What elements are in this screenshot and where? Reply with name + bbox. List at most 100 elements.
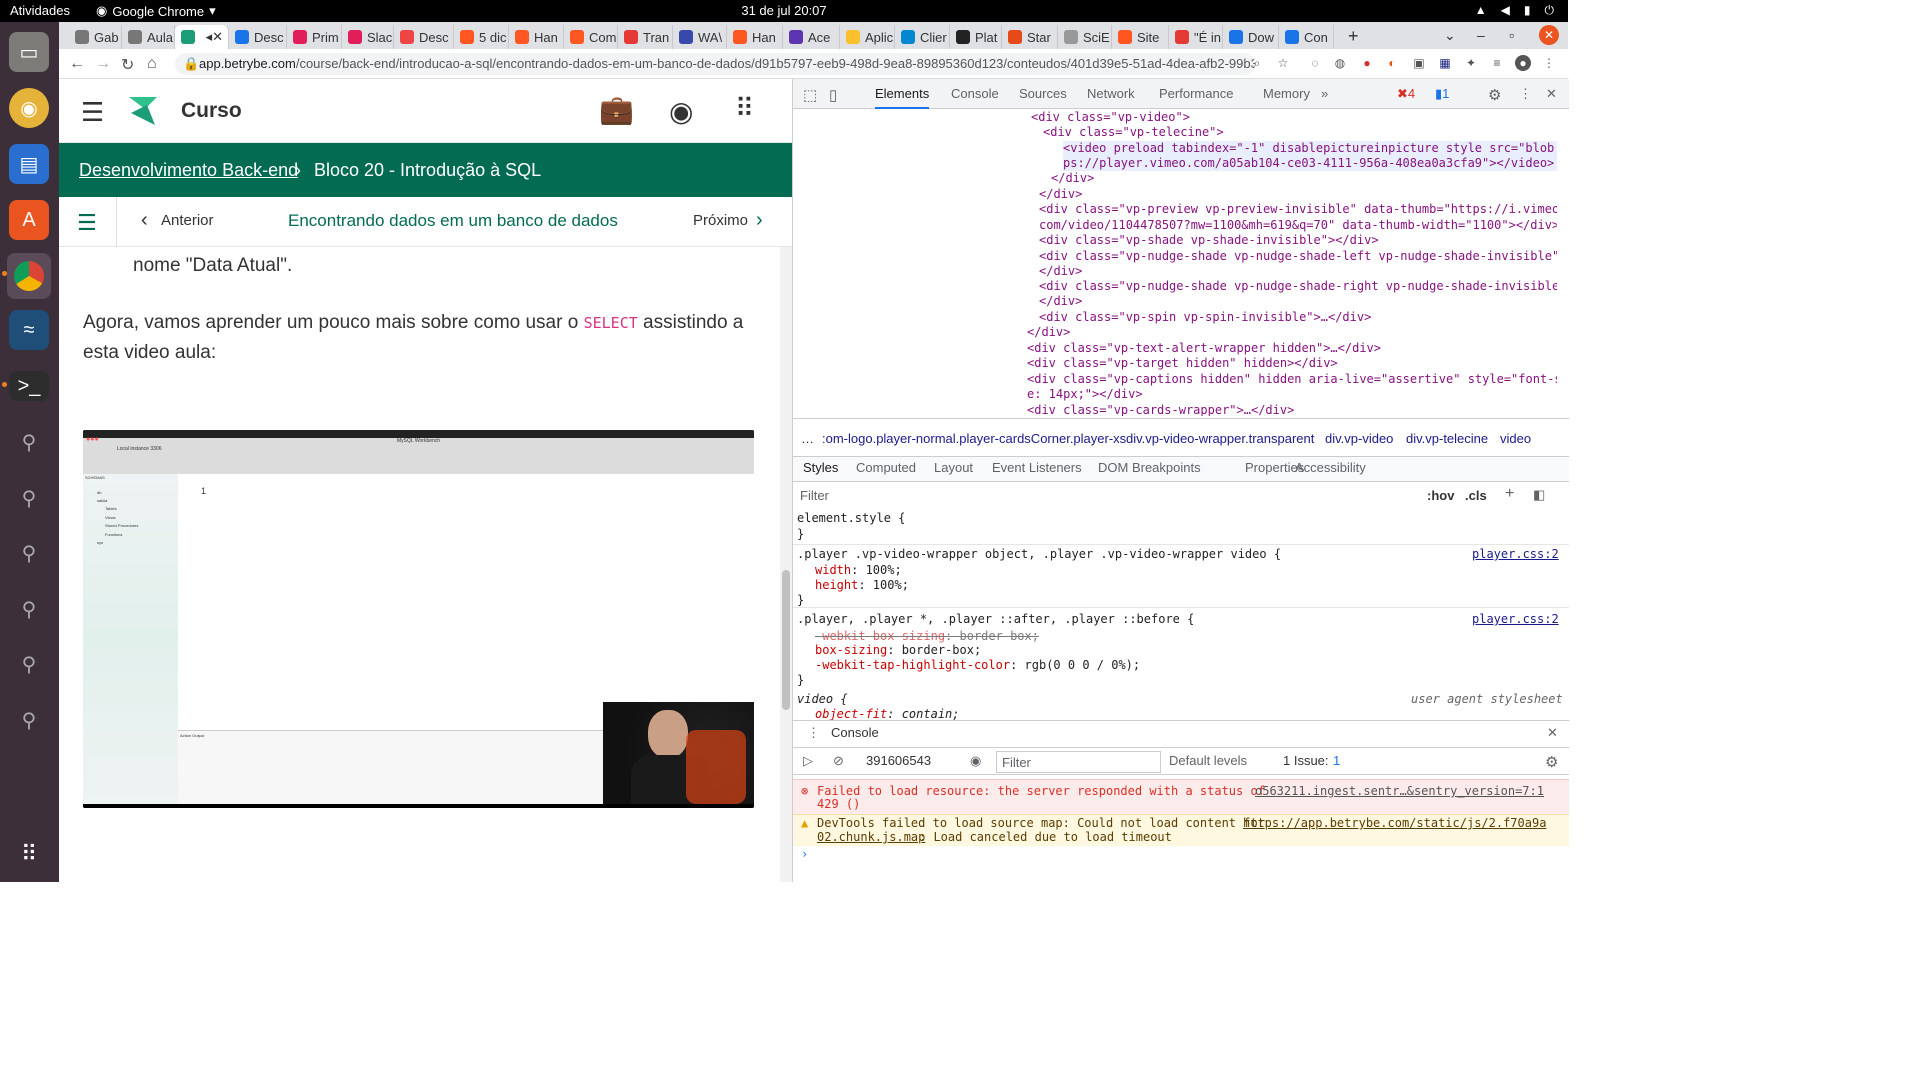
menu-icon[interactable]: ⋮ [1541, 55, 1557, 71]
browser-tab[interactable]: Slac [342, 25, 394, 49]
log-levels-dropdown[interactable]: Default levels [1169, 753, 1247, 768]
browser-tab[interactable]: Tran [618, 25, 673, 49]
styles-subtab-accessibility[interactable]: Accessibility [1295, 460, 1366, 475]
breadcrumb-overflow[interactable]: … [801, 431, 814, 446]
browser-tab[interactable]: SciE [1058, 25, 1112, 49]
bookmark-star-icon[interactable]: ☆ [1275, 55, 1291, 71]
browser-tab[interactable]: Han [509, 25, 564, 49]
source-link[interactable]: player.css:2 [1472, 547, 1559, 562]
devtools-tab-sources[interactable]: Sources [1019, 79, 1067, 109]
system-tray[interactable]: ▲ ◀ ▮ ⏻ [1475, 3, 1554, 18]
dom-node[interactable]: </div> [1039, 187, 1082, 202]
usb-drive-icon[interactable]: ⚲ [9, 478, 49, 518]
css-selector[interactable]: element.style { [797, 511, 905, 526]
more-tabs-icon[interactable]: » [1321, 79, 1328, 109]
devtools-tab-performance[interactable]: Performance [1159, 79, 1233, 109]
back-icon[interactable]: ← [69, 55, 85, 73]
dom-node[interactable]: <div class="vp-preview vp-preview-invisi… [1039, 202, 1557, 217]
browser-tab[interactable]: Plat [950, 25, 1002, 49]
dom-path-item[interactable]: div.vp-video-wrapper.transparent [1126, 431, 1314, 446]
styles-subtab-layout[interactable]: Layout [934, 460, 973, 475]
css-declaration[interactable]: box-sizing: border-box; [815, 643, 981, 658]
css-selector[interactable]: } [797, 593, 804, 608]
briefcase-icon[interactable]: 💼 [599, 93, 634, 126]
dom-node[interactable]: </div> [1027, 325, 1070, 340]
sidebar-toggle-icon[interactable]: ◧ [1533, 487, 1545, 503]
dom-node[interactable]: <div class="vp-target hidden" hidden></d… [1027, 356, 1338, 371]
browser-tab[interactable]: Aula [122, 25, 175, 49]
usb-drive-icon[interactable]: ⚲ [9, 533, 49, 573]
browser-tab[interactable]: Aplic [840, 25, 895, 49]
user-account-icon[interactable]: ◉ [669, 95, 693, 128]
inspect-element-icon[interactable]: ⬚ [803, 79, 817, 109]
extension-icon[interactable]: ▦ [1437, 55, 1453, 71]
chrome-dock-icon[interactable] [7, 253, 51, 299]
css-declaration[interactable]: -webkit-tap-highlight-color: rgb(0 0 0 /… [815, 658, 1140, 673]
puzzle-icon[interactable]: ✦ [1463, 55, 1479, 71]
tab-search-icon[interactable]: ⌄ [1444, 27, 1456, 44]
dom-node[interactable]: <div class="vp-nudge-shade vp-nudge-shad… [1039, 249, 1557, 264]
source-link[interactable]: player.css:2 [1472, 612, 1559, 627]
close-drawer-icon[interactable]: ✕ [1547, 725, 1558, 741]
dom-node[interactable]: com/video/1104478507?mw=1100&mh=619&q=70… [1039, 218, 1557, 233]
dom-node[interactable]: <div class="vp-spin vp-spin-invisible">…… [1039, 310, 1371, 325]
styles-subtab-computed[interactable]: Computed [856, 460, 916, 475]
console-settings-icon[interactable]: ⚙ [1545, 753, 1558, 771]
page-scrollbar[interactable] [780, 247, 792, 882]
browser-tab[interactable]: Con [1279, 25, 1334, 49]
css-selector[interactable]: .player, .player *, .player ::after, .pl… [797, 612, 1194, 627]
devtools-tab-console[interactable]: Console [951, 79, 999, 109]
browser-tab[interactable]: Prim [287, 25, 342, 49]
dom-node[interactable]: <div class="vp-cards-wrapper">…</div> [1027, 403, 1294, 416]
issues-label[interactable]: 1 Issue: [1283, 753, 1329, 768]
browser-tab[interactable]: Desc [229, 25, 287, 49]
issue-count-badge[interactable]: ▮1 [1435, 79, 1449, 109]
clear-console-icon[interactable]: ⊘ [833, 753, 844, 769]
browser-tab[interactable]: 5 dic [454, 25, 509, 49]
dom-node[interactable]: </div> [1051, 171, 1094, 186]
console-filter-input[interactable]: Filter [996, 751, 1161, 773]
dom-path-item[interactable]: video [1500, 431, 1531, 446]
drawer-menu-icon[interactable]: ⋮ [807, 725, 820, 741]
maximize-icon[interactable]: ▫ [1509, 27, 1514, 43]
css-declaration[interactable]: height: 100%; [815, 578, 909, 593]
cls-toggle[interactable]: .cls [1465, 488, 1487, 503]
software-icon[interactable]: A [9, 200, 49, 240]
usb-drive-icon[interactable]: ⚲ [9, 644, 49, 684]
dom-node[interactable]: <div class="vp-captions hidden" hidden a… [1027, 372, 1557, 387]
extension-icon[interactable]: ● [1359, 55, 1375, 71]
dom-node[interactable]: e: 14px;"></div> [1027, 387, 1143, 402]
clock[interactable]: 31 de jul 20:07 [0, 3, 1568, 18]
scrollbar-thumb[interactable] [782, 570, 790, 710]
dom-node[interactable]: ps://player.vimeo.com/a05ab104-ce03-4111… [1063, 156, 1557, 171]
context-selector[interactable]: 391606543 [866, 753, 931, 768]
devtools-tab-network[interactable]: Network [1087, 79, 1135, 109]
browser-tab[interactable]: "É in [1169, 25, 1223, 49]
zoom-icon[interactable]: ⌕ [1249, 55, 1265, 71]
extension-icon[interactable]: ◌ [1307, 55, 1323, 71]
browser-tab[interactable]: ◂✕ [175, 25, 229, 49]
browser-tab[interactable]: Desc [394, 25, 454, 49]
dom-path-item[interactable]: div.vp-telecine [1406, 431, 1488, 446]
dom-node[interactable]: <div class="vp-video"> [1031, 110, 1190, 125]
warning-source-link[interactable]: https://app.betrybe.com/static/js/2.f70a… [1243, 816, 1546, 831]
console-prompt[interactable]: › [801, 847, 808, 862]
show-apps-icon[interactable]: ⠿ [9, 834, 49, 874]
browser-tab[interactable]: Ace [783, 25, 840, 49]
error-count-badge[interactable]: ✖4 [1397, 79, 1415, 109]
lesson-list-icon[interactable]: ☰ [77, 210, 97, 236]
styles-subtab-dom-breakpoints[interactable]: DOM Breakpoints [1098, 460, 1201, 475]
files-icon[interactable]: ▭ [9, 32, 49, 72]
new-tab-icon[interactable]: + [1348, 26, 1359, 47]
terminal-icon[interactable]: >_ [9, 371, 49, 401]
chevron-right-icon[interactable]: › [756, 209, 763, 232]
close-tab-icon[interactable]: ◂✕ [206, 29, 228, 45]
previous-button[interactable]: Anterior [161, 212, 214, 229]
extension-icon[interactable]: ▣ [1411, 55, 1427, 71]
dom-node[interactable]: <div class="vp-nudge-shade vp-nudge-shad… [1039, 279, 1557, 294]
media-icon[interactable]: ≡ [1489, 55, 1505, 71]
issues-count[interactable]: 1 [1333, 753, 1340, 768]
browser-tab[interactable]: Site [1112, 25, 1169, 49]
sidebar-icon[interactable]: ▷ [803, 753, 813, 769]
css-selector[interactable]: } [797, 527, 804, 542]
